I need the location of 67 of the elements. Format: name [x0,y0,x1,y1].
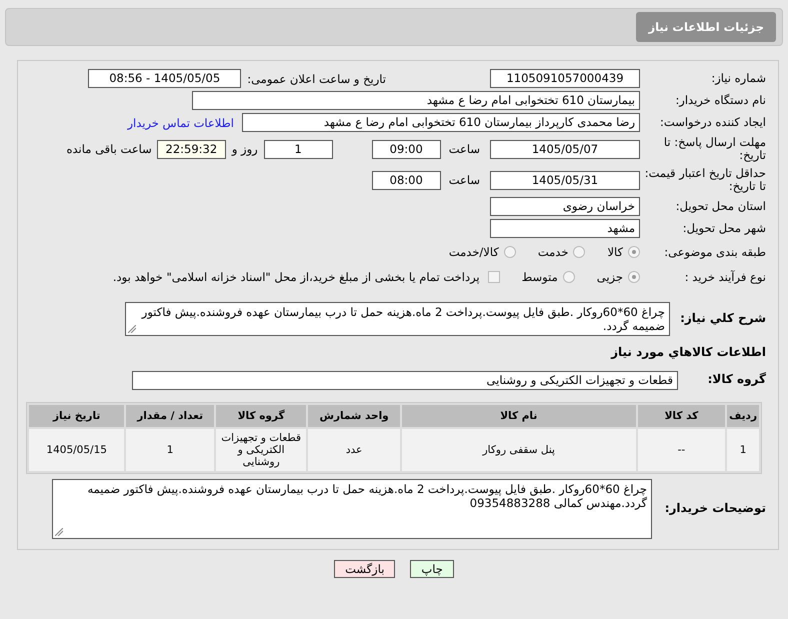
checkbox[interactable] [488,271,500,283]
days-field: 1 [264,140,333,158]
column-header: واحد شمارش [308,405,400,427]
resize-grip-icon[interactable] [55,528,63,536]
field-label: حداقل تاریخ اعتبار قیمت: تا تاریخ: [644,167,767,193]
announce-date-field: 1405/05/05 - 08:56 [88,69,242,88]
table-cell: 1405/05/15 [29,429,124,471]
table-cell: قطعات و تجهیزات الکتریکی و روشنایی [216,429,306,471]
section-title: اطلاعات کالاهاي مورد نیاز [610,346,767,360]
city-field: مشهد [490,219,640,238]
province-field: خراسان رضوی [490,197,640,216]
validity-time-field: 08:00 [372,170,441,190]
radio-button[interactable] [628,246,640,258]
table-cell: پنل سقفی روکار [402,429,636,471]
buyer-contact-link[interactable]: اطلاعات تماس خریدار [127,116,234,130]
description-field[interactable]: چراغ 60*60روکار .طبق فایل پیوست.پرداخت 2 ماه.هزینه حمل تا درب بیمارستان عهده فروشنده.پیش فاکتور ضمیمه گردد. [125,302,670,336]
validity-date-field: 1405/05/31 [490,170,640,190]
time-label: ساعت [448,142,480,156]
print-button[interactable]: چاپ [410,560,454,578]
table-cell: 1 [727,429,759,471]
days-label: روز و [232,142,258,156]
column-header: تعداد / مقدار [126,405,214,427]
remaining-label: ساعت باقی مانده [66,142,152,156]
goods-group-field: قطعات و تجهیزات الکتریکی و روشنایی [132,370,678,390]
radio-label: کالا/خدمت [448,245,499,259]
field-label: ایجاد کننده درخواست: [659,116,767,129]
resize-grip-icon[interactable] [128,325,136,333]
column-header: ردیف [727,405,759,427]
table-cell: 1 [126,429,214,471]
checkbox-label: پرداخت تمام یا بخشی از مبلغ خرید،از محل "اسناد خزانه اسلامی" خواهد بود. [112,270,480,284]
table-cell: -- [638,429,726,471]
field-label: شماره نیاز: [710,72,767,85]
field-label: طبقه بندی موضوعی: [663,246,767,258]
remaining-time-field: 22:59:32 [156,140,226,158]
column-header: گروه کالا [216,405,306,427]
field-label: شرح کلي نیاز: [679,312,767,326]
need-number-field: 1105091057000439 [490,69,640,88]
deadline-time-field: 09:00 [372,140,441,158]
radio-button[interactable] [504,246,516,258]
column-header: نام کالا [402,405,636,427]
field-label: توضیحات خریدار: [664,502,767,516]
field-label: شهر محل تحویل: [682,222,767,235]
radio-label: خدمت [538,245,568,259]
field-label: مهلت ارسال پاسخ: تا تاریخ: [662,136,767,162]
field-label: نام دستگاه خریدار: [674,94,767,107]
buyer-org-field: بیمارستان 610 تختخوابی امام رضا ع مشهد [192,91,640,110]
field-label: تاریخ و ساعت اعلان عمومی: [247,72,386,86]
buyer-notes-field[interactable]: چراغ 60*60روکار .طبق فایل پیوست.پرداخت 2 ماه.هزینه حمل تا درب بیمارستان عهده فروشنده.پیش فاکتور ضمیمه گردد.مهندس کمالی 09354883288 [52,479,652,539]
buyer-notes-text: چراغ 60*60روکار .طبق فایل پیوست.پرداخت 2 ماه.هزینه حمل تا درب بیمارستان عهده فروشنده.پیش فاکتور ضمیمه گردد.مهندس کمالی 09354883288 [87,482,647,510]
field-label: استان محل تحویل: [674,200,767,213]
column-header: کد کالا [638,405,726,427]
time-label: ساعت [448,173,480,187]
field-label: نوع فرآیند خرید : [684,270,767,284]
back-button[interactable]: بازگشت [334,560,396,578]
description-text: چراغ 60*60روکار .طبق فایل پیوست.پرداخت 2 ماه.هزینه حمل تا درب بیمارستان عهده فروشنده.پیش فاکتور ضمیمه گردد. [142,305,665,333]
radio-button[interactable] [573,246,586,258]
radio-label: متوسط [522,270,558,284]
radio-label: جزیی [596,270,623,284]
deadline-date-field: 1405/05/07 [490,140,640,158]
radio-label: کالا [607,245,623,259]
requester-field: رضا محمدی کارپرداز بیمارستان 610 تختخوابی امام رضا ع مشهد [242,113,640,132]
radio-button[interactable] [562,271,575,283]
radio-button[interactable] [628,271,640,283]
column-header: تاریخ نیاز [29,405,124,427]
page-title: جزئیات اطلاعات نیاز [636,12,776,42]
field-label: گروه کالا: [706,373,767,387]
table-cell: عدد [308,429,400,471]
